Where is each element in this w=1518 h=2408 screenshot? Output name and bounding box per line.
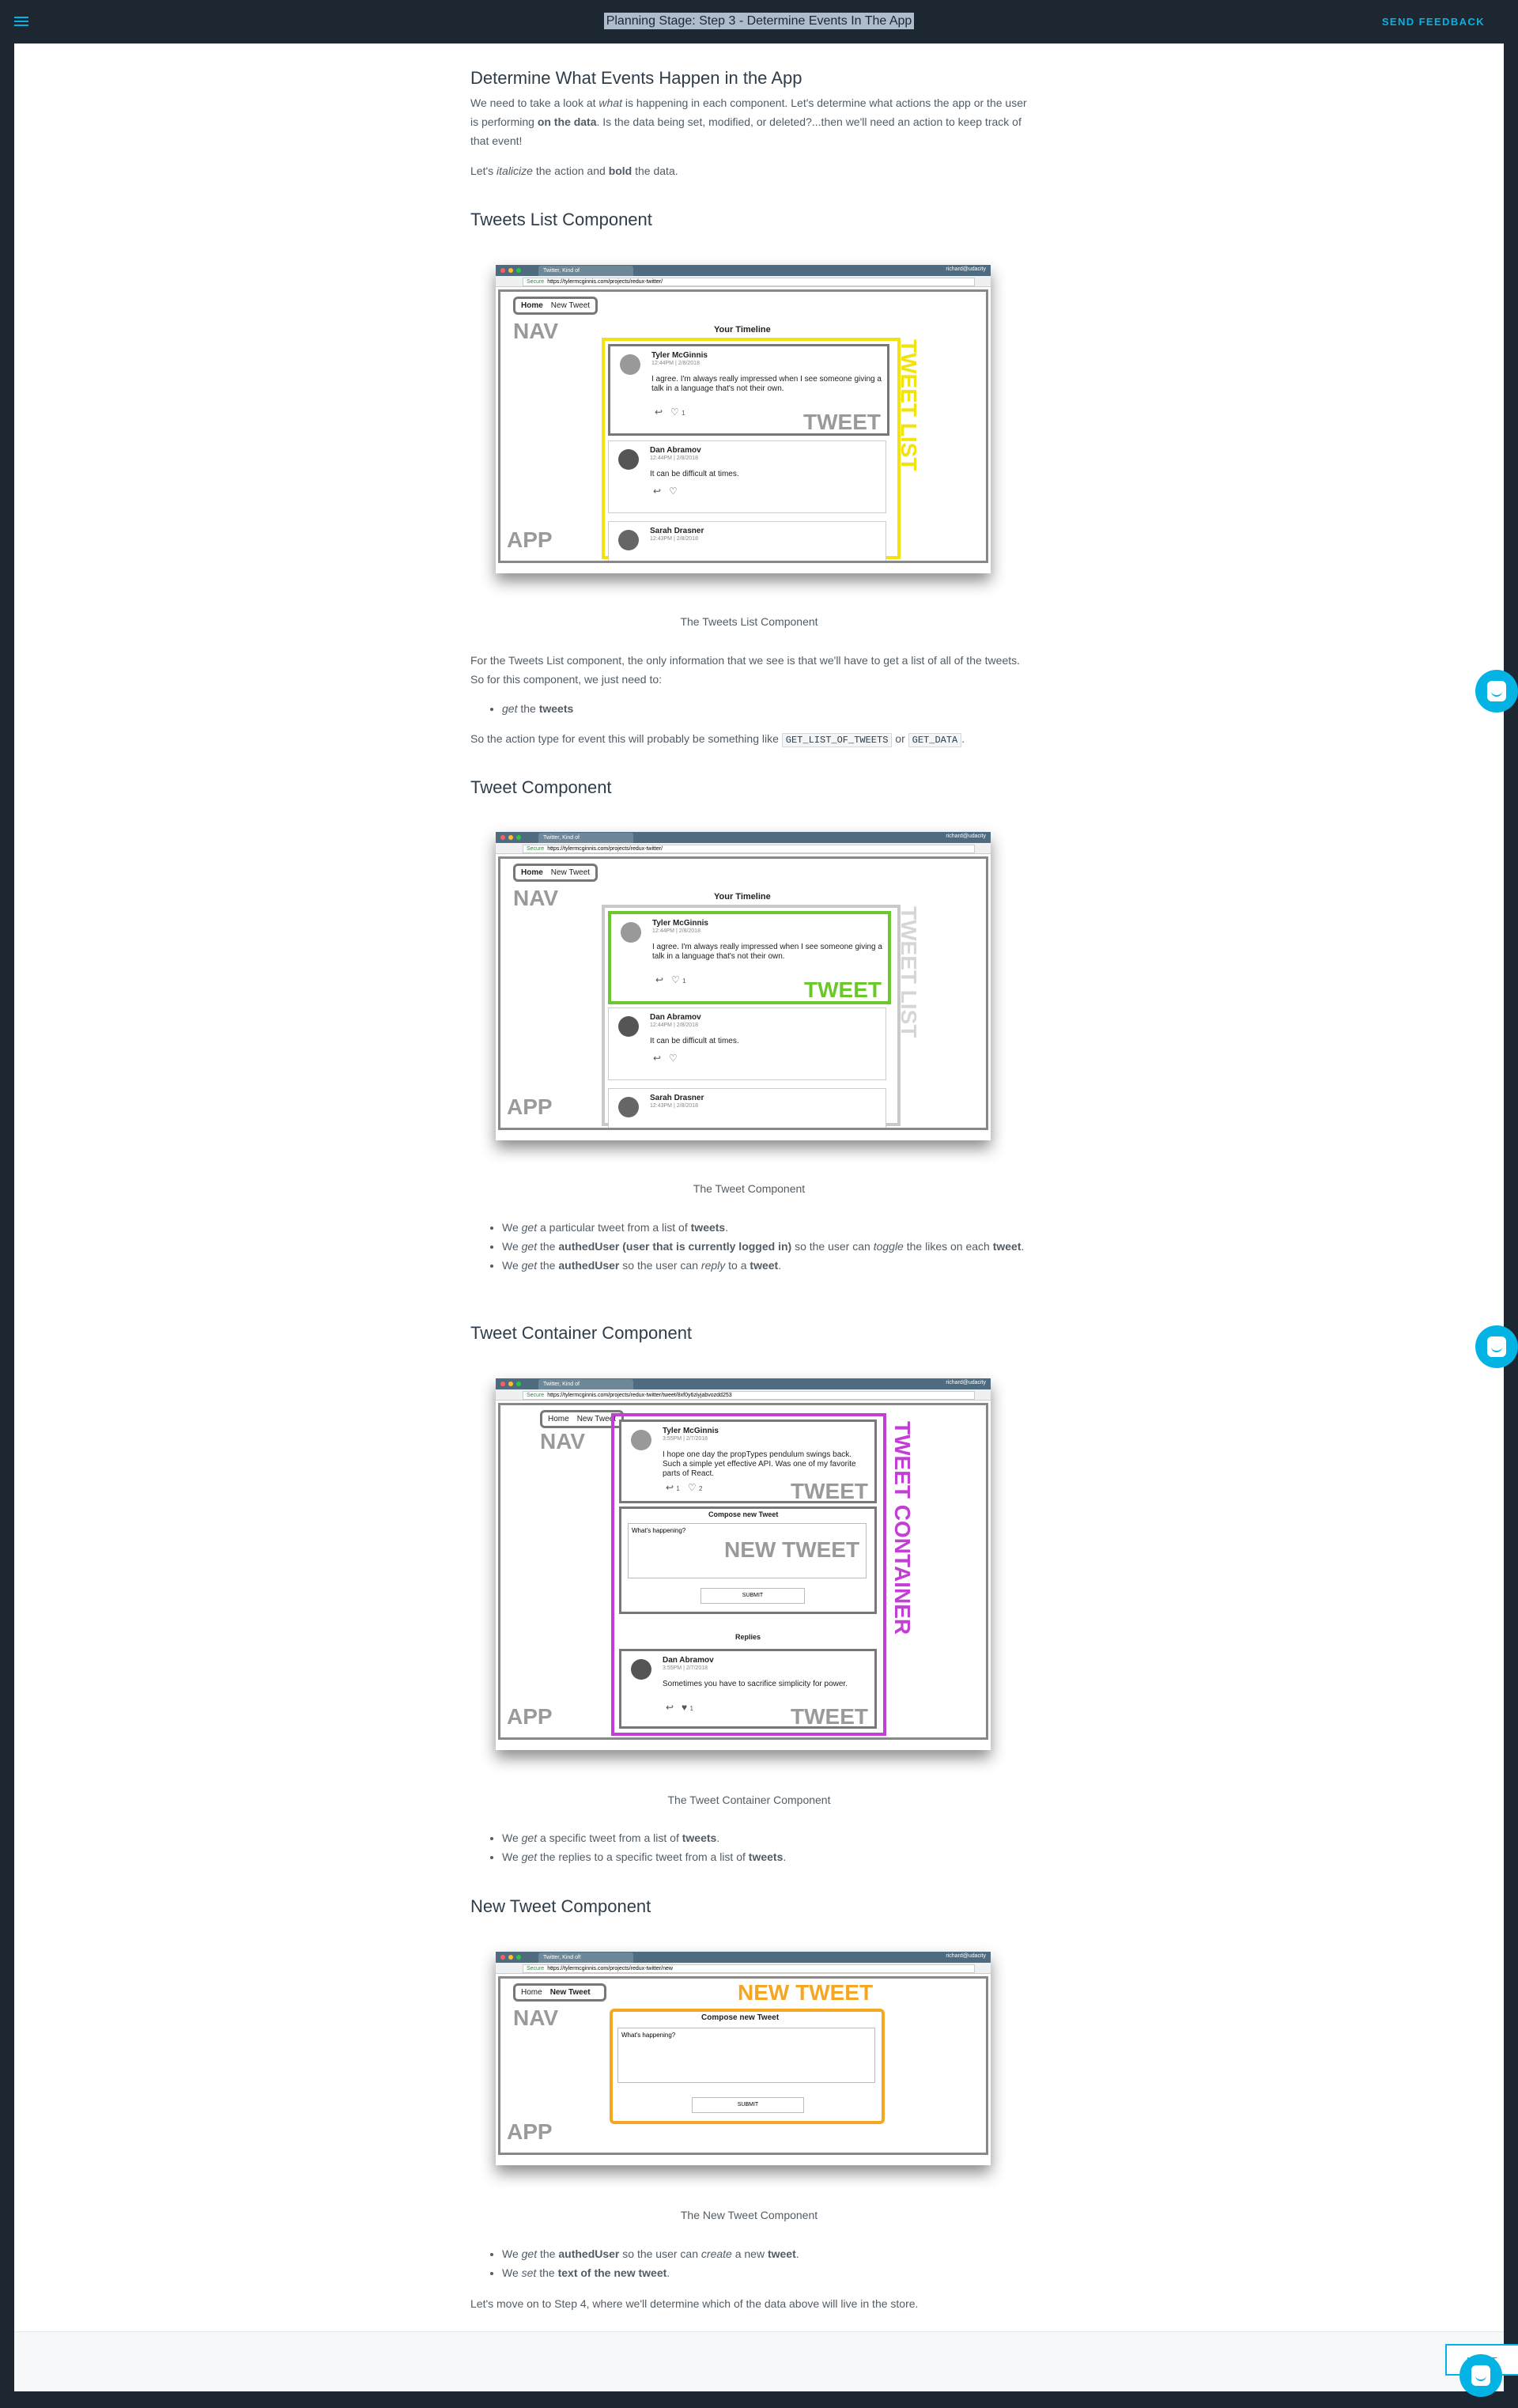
tweet-heading: Tweet Component [470, 777, 612, 797]
chat-icon [1487, 681, 1506, 701]
tweet-highlight: Tyler McGinnis 12:44PM | 2/8/2018 I agree.… [608, 911, 891, 1004]
new-tweet-bullets: We get the authedUser so the user can cr… [470, 2244, 1028, 2282]
chat-icon [1471, 2365, 1490, 2386]
tweet-caption: The Tweet Component [693, 1182, 806, 1195]
new-tweet-highlight: Compose new Tweet What's happening? SUBM… [610, 2009, 885, 2124]
tweet-list-label: TWEET LIST [897, 339, 921, 471]
tweet-screenshot: Twitter, Kind of richard@udacity Secure ht… [496, 832, 991, 1140]
tweet-container-heading: Tweet Container Component [470, 1323, 693, 1343]
tweets-list-heading: Tweets List Component [470, 210, 652, 229]
tweet-container-label: TWEET CONTAINER [890, 1421, 915, 1635]
new-tweet-caption: The New Tweet Component [680, 2209, 818, 2221]
send-feedback-link[interactable]: SEND FEEDBACK [1382, 16, 1485, 28]
top-bar: Planning Stage: Step 3 - Determine Event… [0, 0, 1518, 43]
intro-paragraph: We need to take a look at what is happen… [470, 96, 1027, 147]
chat-button[interactable] [1475, 1325, 1518, 1368]
chat-button[interactable] [1459, 2354, 1502, 2397]
format-paragraph: Let's italicize the action and bold the … [470, 164, 678, 177]
tweet-container-screenshot: Twitter, Kind of richard@udacity Secure ht… [496, 1378, 991, 1750]
new-tweet-screenshot: Twitter, Kind of! richard@udacity Secure h… [496, 1952, 991, 2165]
page-title: Planning Stage: Step 3 - Determine Event… [0, 13, 1518, 29]
new-tweet-heading: New Tweet Component [470, 1896, 651, 1916]
new-tweet-label: NEW TWEET [738, 1980, 874, 2005]
tweet-bullets: We get a particular tweet from a list of… [470, 1218, 1028, 1275]
chat-icon [1487, 1336, 1506, 1357]
tweet-container-caption: The Tweet Container Component [667, 1794, 831, 1806]
tweets-list-bullets: get the tweets [470, 699, 1028, 718]
chat-button[interactable] [1475, 670, 1518, 713]
tweets-list-caption: The Tweets List Component [680, 615, 818, 628]
tweet-container-bullets: We get a specific tweet from a list of t… [470, 1828, 1028, 1866]
footer-bar: NEXT [14, 2331, 1518, 2391]
tweets-list-paragraph: For the Tweets List component, the only … [470, 654, 1021, 686]
tweets-list-action-paragraph: So the action type for event this will p… [470, 732, 965, 747]
tweets-list-screenshot: Twitter, Kind of richard@udacity Secure ht… [496, 265, 991, 573]
closing-paragraph: Let's move on to Step 4, where we'll det… [470, 2297, 919, 2310]
main-heading: Determine What Events Happen in the App [470, 68, 802, 88]
